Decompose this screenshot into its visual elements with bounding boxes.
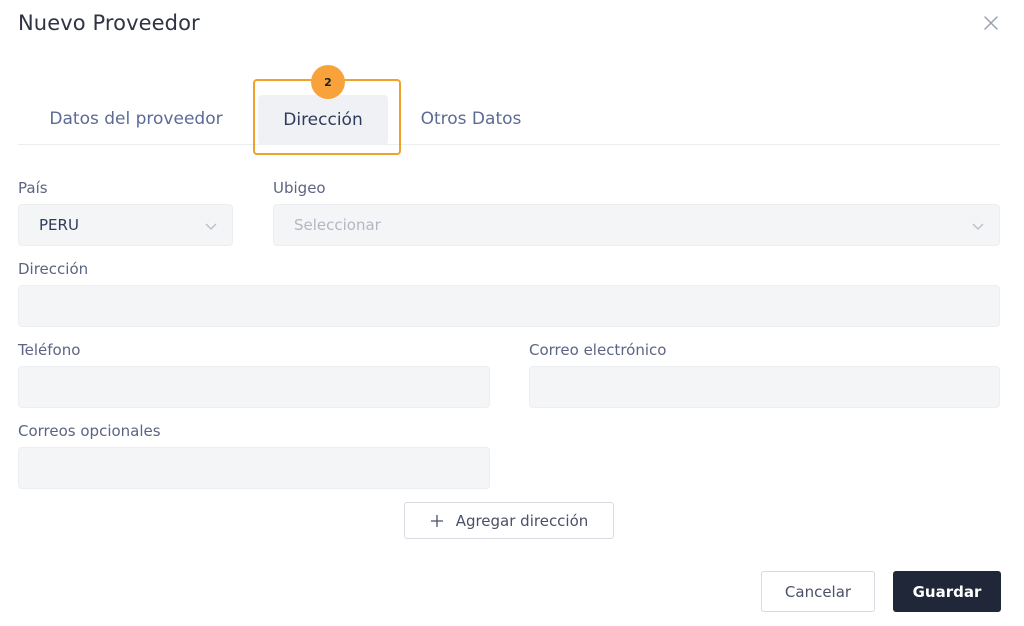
pais-label: País (18, 179, 48, 197)
pais-value: PERU (39, 216, 79, 234)
add-address-label: Agregar dirección (455, 511, 589, 530)
direccion-label: Dirección (18, 260, 89, 278)
tab-otros-datos[interactable]: Otros Datos (412, 92, 530, 145)
direccion-input[interactable] (18, 285, 1000, 327)
correo-input[interactable] (529, 366, 1000, 408)
new-supplier-modal: Nuevo Proveedor Datos del proveedor Dire… (0, 0, 1024, 626)
add-address-button[interactable]: Agregar dirección (404, 502, 614, 539)
pais-select[interactable]: PERU (18, 204, 233, 246)
telefono-label: Teléfono (18, 341, 81, 359)
step-badge: 2 (311, 65, 345, 99)
tab-bar: Datos del proveedor Dirección Otros Dato… (18, 92, 1000, 145)
close-icon[interactable] (980, 12, 1002, 34)
correo-label: Correo electrónico (529, 341, 667, 359)
correos-opcionales-input[interactable] (18, 447, 490, 489)
tab-datos-proveedor[interactable]: Datos del proveedor (38, 92, 234, 145)
chevron-down-icon (972, 223, 984, 230)
ubigeo-label: Ubigeo (273, 179, 326, 197)
ubigeo-placeholder: Seleccionar (294, 216, 381, 234)
cancel-button[interactable]: Cancelar (761, 571, 875, 612)
correos-opcionales-label: Correos opcionales (18, 422, 161, 440)
chevron-down-icon (205, 223, 217, 230)
ubigeo-select[interactable]: Seleccionar (273, 204, 1000, 246)
save-button[interactable]: Guardar (893, 571, 1001, 612)
telefono-input[interactable] (18, 366, 490, 408)
plus-icon (430, 514, 443, 527)
modal-title: Nuevo Proveedor (18, 11, 200, 35)
tab-direccion[interactable]: Dirección (258, 95, 388, 145)
